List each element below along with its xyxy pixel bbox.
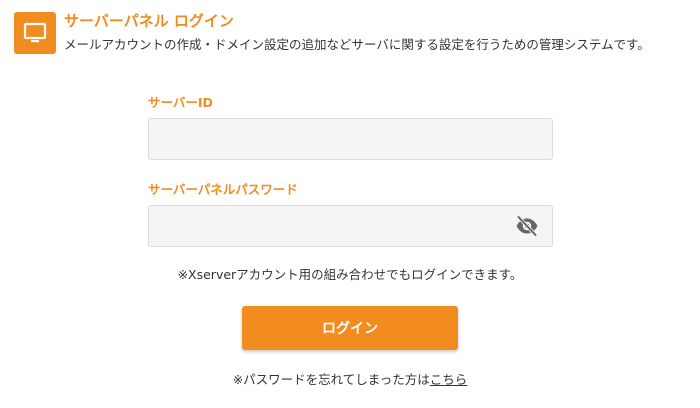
password-label: サーバーパネルパスワード [148,182,298,197]
eye-slash-icon[interactable] [515,215,539,237]
server-id-label: サーバーID [148,95,213,110]
monitor-icon [14,12,56,54]
forgot-password-text: ※パスワードを忘れてしまった方は [232,372,430,387]
server-id-input[interactable] [148,118,553,160]
login-button[interactable]: ログイン [242,306,458,350]
page-description: メールアカウントの作成・ドメイン設定の追加などサーバに関する設定を行うための管理… [64,37,650,52]
xserver-account-note: ※Xserverアカウント用の組み合わせでもログインできます。 [177,267,523,282]
forgot-password-note: ※パスワードを忘れてしまった方はこちら [0,371,700,389]
forgot-password-link[interactable]: こちら [430,372,468,387]
page-title: サーバーパネル ログイン [64,12,234,30]
password-input[interactable] [148,205,553,247]
